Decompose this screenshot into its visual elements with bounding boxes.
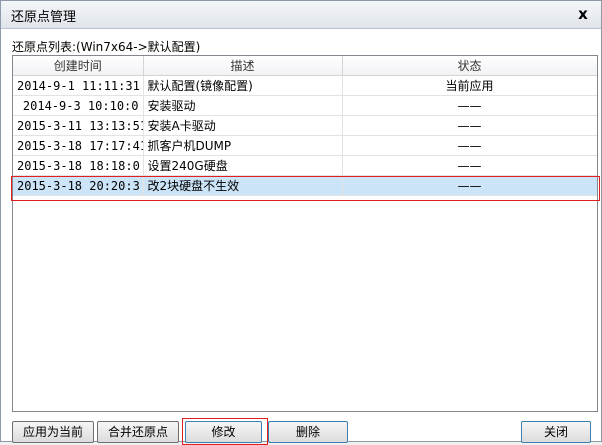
cell-created-time: 2014-9-1 11:11:31	[13, 75, 144, 96]
delete-button[interactable]: 删除	[268, 421, 348, 443]
column-header-description[interactable]: 描述	[143, 56, 343, 76]
close-button[interactable]: 关闭	[521, 421, 591, 443]
cell-description: 设置240G硬盘	[143, 155, 343, 176]
cell-status: 当前应用	[342, 75, 597, 96]
cell-status: ——	[342, 135, 597, 156]
close-icon[interactable]: x	[574, 5, 592, 23]
modify-button[interactable]: 修改	[185, 421, 262, 443]
restore-point-list-caption: 还原点列表:(Win7x64->默认配置)	[12, 40, 201, 54]
apply-as-current-button[interactable]: 应用为当前	[12, 421, 94, 443]
dialog-title: 还原点管理	[11, 10, 77, 25]
table-row[interactable]: 2015-3-18 18:18:0 设置240G硬盘 ——	[13, 155, 597, 176]
cell-created-time: 2014-9-3 10:10:0	[13, 95, 144, 116]
table-row[interactable]: 2014-9-1 11:11:31 默认配置(镜像配置) 当前应用	[13, 75, 597, 96]
cell-status: ——	[342, 115, 597, 136]
cell-description: 安装A卡驱动	[143, 115, 343, 136]
restore-point-list[interactable]: 创建时间 描述 状态 2014-9-1 11:11:31 默认配置(镜像配置) …	[12, 55, 598, 412]
column-header-created-time[interactable]: 创建时间	[13, 56, 144, 76]
restore-point-manager-dialog: 还原点管理 x 还原点列表:(Win7x64->默认配置) 创建时间 描述 状态…	[0, 0, 602, 445]
cell-status: ——	[342, 155, 597, 176]
cell-created-time: 2015-3-18 20:20:3	[13, 175, 144, 196]
cell-status: ——	[342, 95, 597, 116]
cell-description: 安装驱动	[143, 95, 343, 116]
table-row[interactable]: 2014-9-3 10:10:0 安装驱动 ——	[13, 95, 597, 116]
cell-created-time: 2015-3-18 17:17:41	[13, 135, 144, 156]
column-header-status[interactable]: 状态	[342, 56, 597, 76]
cell-description: 默认配置(镜像配置)	[143, 75, 343, 96]
restore-point-table: 创建时间 描述 状态 2014-9-1 11:11:31 默认配置(镜像配置) …	[13, 56, 597, 196]
title-bar[interactable]: 还原点管理 x	[1, 1, 601, 29]
table-header-row: 创建时间 描述 状态	[13, 56, 597, 76]
table-row-selected[interactable]: 2015-3-18 20:20:3 改2块硬盘不生效 ——	[13, 175, 597, 196]
merge-restore-points-button[interactable]: 合并还原点	[97, 421, 179, 443]
table-row[interactable]: 2015-3-11 13:13:51 安装A卡驱动 ——	[13, 115, 597, 136]
cell-created-time: 2015-3-18 18:18:0	[13, 155, 144, 176]
cell-description: 抓客户机DUMP	[143, 135, 343, 156]
table-row[interactable]: 2015-3-18 17:17:41 抓客户机DUMP ——	[13, 135, 597, 156]
cell-status: ——	[342, 175, 597, 196]
cell-created-time: 2015-3-11 13:13:51	[13, 115, 144, 136]
cell-description: 改2块硬盘不生效	[143, 175, 343, 196]
